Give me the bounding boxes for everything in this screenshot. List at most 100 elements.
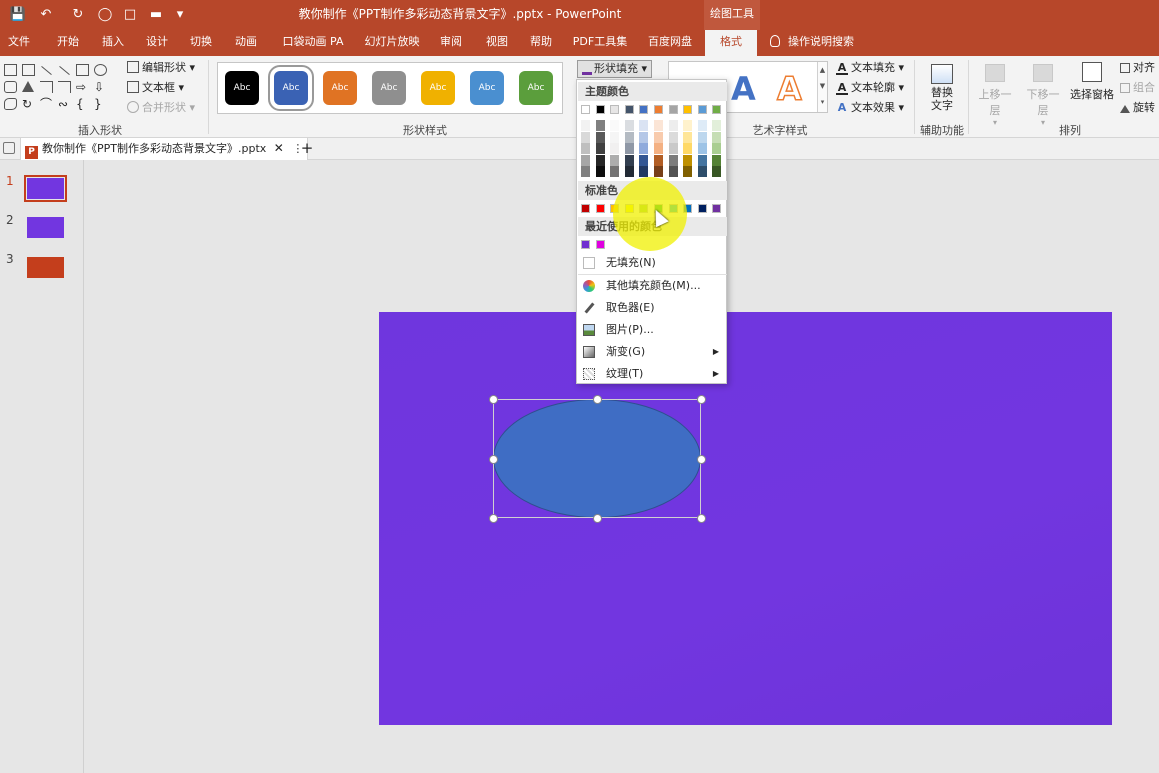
theme-color-swatch[interactable]	[610, 105, 620, 114]
text-box-button[interactable]: 文本框 ▾	[127, 79, 184, 97]
theme-color-shade-swatch[interactable]	[581, 154, 590, 166]
theme-color-shade-swatch[interactable]	[712, 131, 722, 143]
shape-style-swatch[interactable]: Abc	[421, 71, 455, 105]
close-tab-icon[interactable]: ✕	[274, 141, 284, 155]
resize-handle-bottom-left[interactable]	[489, 514, 498, 523]
shape-style-swatch[interactable]: Abc	[372, 71, 406, 105]
theme-color-shade-swatch[interactable]	[639, 120, 649, 131]
theme-color-swatch[interactable]	[712, 105, 722, 114]
recent-color-swatch[interactable]	[581, 240, 590, 249]
line-shape-icon[interactable]	[41, 65, 52, 76]
tab-pocket-animation[interactable]: 口袋动画 PA	[276, 30, 350, 56]
tab-view[interactable]: 视图	[478, 30, 516, 56]
arc-shape-icon[interactable]: ⌒	[40, 98, 53, 110]
text-fill-button[interactable]: A 文本填充 ▾	[836, 59, 904, 77]
theme-color-shade-swatch[interactable]	[639, 143, 649, 154]
edit-shape-button[interactable]: 编辑形状 ▾	[127, 59, 195, 77]
theme-color-shade-swatch[interactable]	[697, 166, 707, 177]
tab-review[interactable]: 审阅	[432, 30, 470, 56]
resize-handle-top-left[interactable]	[489, 395, 498, 404]
text-outline-button[interactable]: A 文本轮廓 ▾	[836, 79, 904, 97]
theme-color-swatch[interactable]	[654, 105, 663, 114]
theme-color-swatch[interactable]	[581, 105, 590, 114]
theme-color-shade-swatch[interactable]	[712, 154, 722, 166]
shapes-gallery[interactable]: ⇨ ⇩ ↻ ⌒ ∾ { }	[4, 62, 120, 112]
theme-color-swatch[interactable]	[624, 105, 634, 114]
theme-color-swatch[interactable]	[697, 105, 707, 114]
send-backward-button[interactable]: 下移一层 ▾	[1022, 60, 1064, 127]
theme-color-shade-swatch[interactable]	[595, 154, 605, 166]
theme-color-swatch[interactable]	[595, 105, 605, 114]
shape-style-swatch[interactable]: Abc	[225, 71, 259, 105]
standard-color-swatch[interactable]	[581, 204, 590, 213]
vertical-textbox-shape-icon[interactable]	[22, 64, 35, 76]
curve-shape-icon[interactable]: ↻	[22, 98, 35, 110]
theme-color-shade-swatch[interactable]	[683, 154, 693, 166]
theme-color-shade-swatch[interactable]	[683, 131, 693, 143]
brace-left-shape-icon[interactable]: {	[76, 98, 89, 110]
elbow-arrow-shape-icon[interactable]	[58, 81, 71, 93]
textbox-shape-icon[interactable]	[4, 64, 17, 76]
standard-color-swatch[interactable]	[712, 204, 722, 213]
theme-color-shade-swatch[interactable]	[610, 120, 620, 131]
rectangle-shape-icon[interactable]	[76, 64, 89, 76]
tab-slideshow[interactable]: 幻灯片放映	[360, 30, 424, 56]
tab-format[interactable]: 格式	[705, 30, 757, 56]
theme-color-shade-swatch[interactable]	[595, 143, 605, 154]
theme-color-shade-swatch[interactable]	[610, 154, 620, 166]
standard-color-swatch[interactable]	[697, 204, 707, 213]
theme-color-shade-swatch[interactable]	[697, 120, 707, 131]
selection-pane-button[interactable]: 选择窗格	[1068, 60, 1116, 118]
tab-design[interactable]: 设计	[138, 30, 176, 56]
theme-color-shade-swatch[interactable]	[697, 143, 707, 154]
theme-color-shade-swatch[interactable]	[581, 120, 590, 131]
resize-handle-top[interactable]	[593, 395, 602, 404]
oval-shape-icon[interactable]	[94, 64, 107, 76]
more-fill-colors-item[interactable]: 其他填充颜色(M)...	[578, 275, 727, 297]
wordart-gallery-scroll[interactable]: ▲ ▼ ▾	[817, 62, 827, 112]
tell-me-search[interactable]: 操作说明搜索	[770, 30, 854, 56]
theme-color-shade-swatch[interactable]	[697, 154, 707, 166]
slide-thumbnail[interactable]	[24, 175, 67, 202]
theme-color-shade-swatch[interactable]	[654, 131, 663, 143]
align-button[interactable]: 对齐	[1120, 59, 1155, 77]
resize-handle-top-right[interactable]	[697, 395, 706, 404]
right-arrow-shape-icon[interactable]: ⇨	[76, 81, 89, 93]
theme-color-shade-swatch[interactable]	[624, 120, 634, 131]
theme-color-swatch[interactable]	[683, 105, 693, 114]
theme-color-shade-swatch[interactable]	[595, 166, 605, 177]
theme-color-shade-swatch[interactable]	[712, 120, 722, 131]
eyedropper-item[interactable]: 取色器(E)	[578, 297, 727, 319]
theme-color-swatch[interactable]	[639, 105, 649, 114]
resize-handle-bottom[interactable]	[593, 514, 602, 523]
theme-color-shade-swatch[interactable]	[712, 166, 722, 177]
theme-color-shade-swatch[interactable]	[668, 143, 678, 154]
shape-fill-button[interactable]: 形状填充 ▾	[577, 60, 653, 78]
theme-color-shade-swatch[interactable]	[654, 154, 663, 166]
theme-color-shade-swatch[interactable]	[581, 143, 590, 154]
theme-color-shade-swatch[interactable]	[712, 143, 722, 154]
rounded-rect-shape-icon[interactable]	[4, 81, 17, 93]
elbow-connector-shape-icon[interactable]	[40, 81, 53, 93]
theme-color-shade-swatch[interactable]	[639, 166, 649, 177]
shape-style-swatch[interactable]: Abc	[470, 71, 504, 105]
theme-color-shade-swatch[interactable]	[610, 131, 620, 143]
pane-toggle-icon[interactable]	[3, 142, 15, 154]
theme-color-shade-swatch[interactable]	[639, 131, 649, 143]
tab-insert[interactable]: 插入	[94, 30, 132, 56]
shape-style-swatch-selected[interactable]: Abc	[268, 65, 314, 111]
theme-color-shade-swatch[interactable]	[595, 120, 605, 131]
tab-help[interactable]: 帮助	[522, 30, 560, 56]
merge-shapes-button[interactable]: 合并形状 ▾	[127, 99, 195, 117]
standard-color-swatch[interactable]	[595, 204, 605, 213]
theme-color-shade-swatch[interactable]	[639, 154, 649, 166]
theme-color-shade-swatch[interactable]	[624, 154, 634, 166]
theme-color-shade-swatch[interactable]	[624, 131, 634, 143]
tab-transitions[interactable]: 切换	[182, 30, 220, 56]
theme-color-shade-swatch[interactable]	[683, 143, 693, 154]
theme-color-shade-swatch[interactable]	[697, 131, 707, 143]
wordart-style-blue[interactable]: A	[731, 70, 756, 108]
brace-right-shape-icon[interactable]: }	[94, 98, 107, 110]
theme-color-shade-swatch[interactable]	[668, 166, 678, 177]
new-tab-icon[interactable]: +	[300, 138, 314, 160]
